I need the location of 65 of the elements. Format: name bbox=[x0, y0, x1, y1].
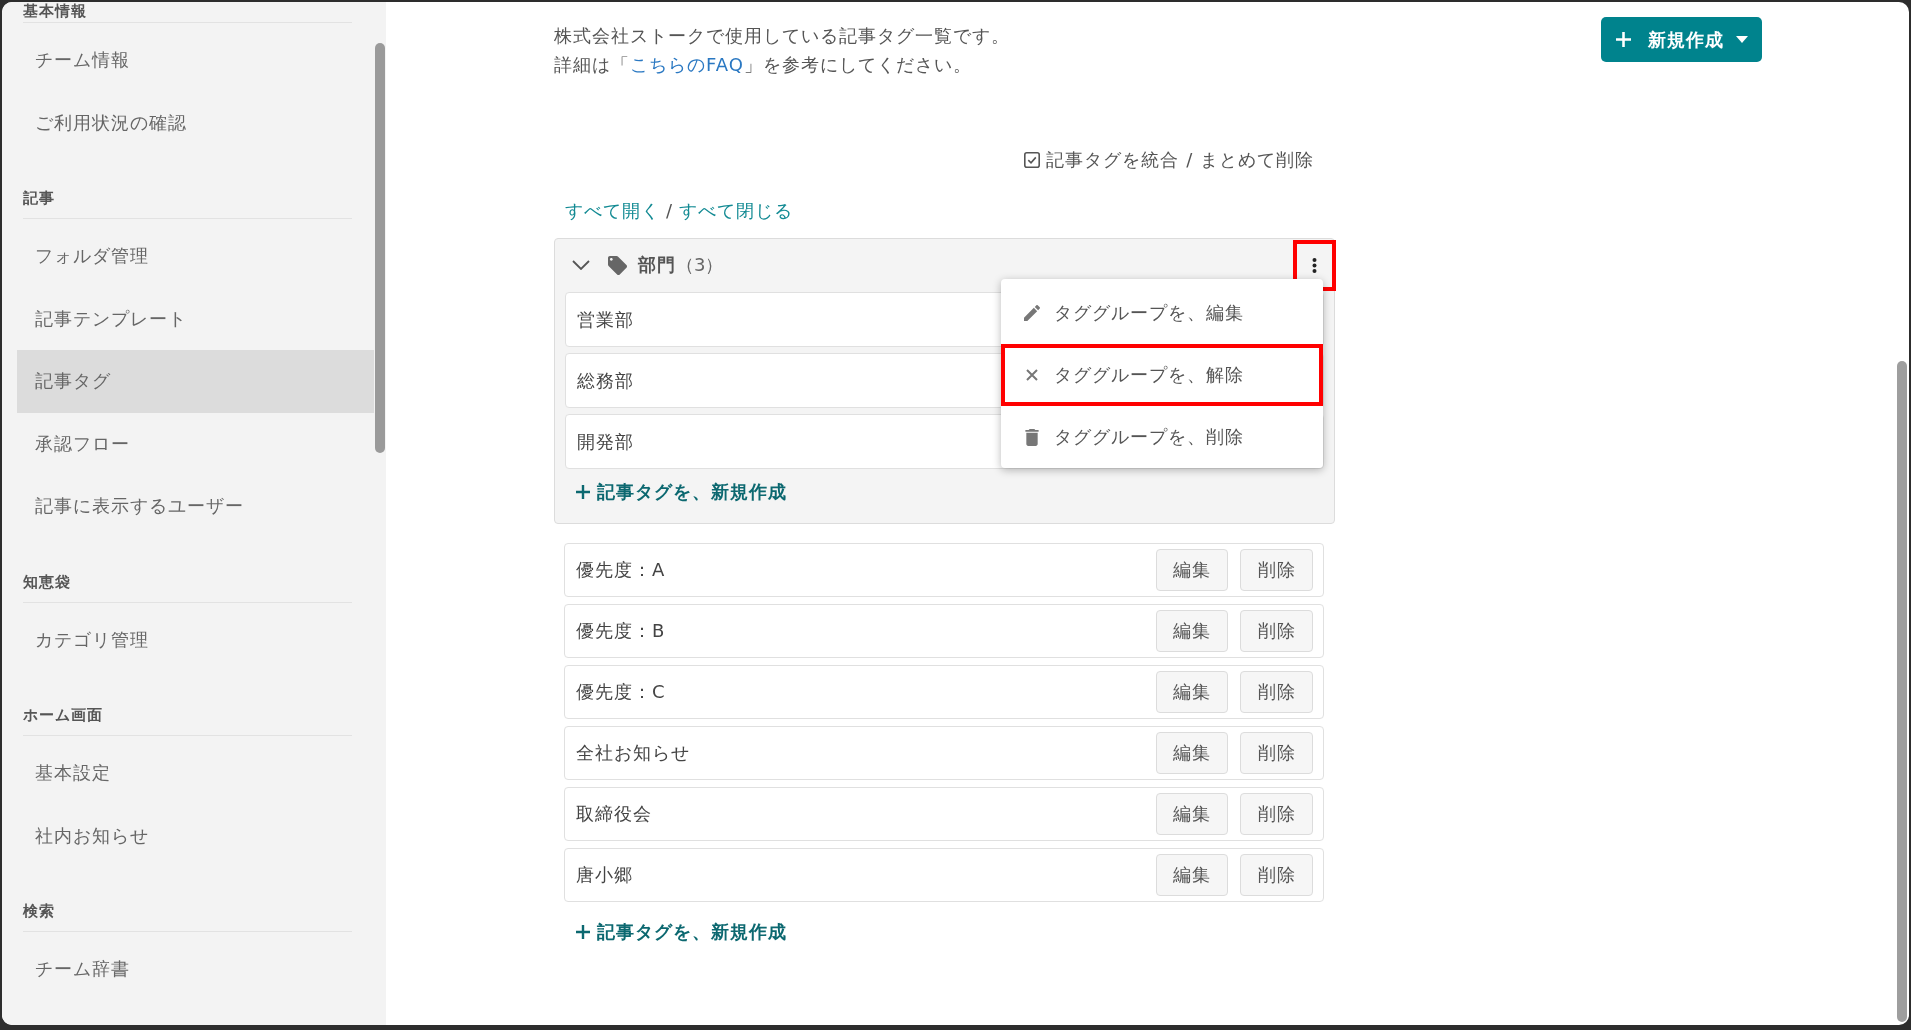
plus-icon bbox=[1616, 32, 1631, 47]
tag-name: 全社お知らせ bbox=[576, 741, 690, 765]
sidebar-nav-item[interactable]: フォルダ管理 bbox=[17, 225, 374, 288]
add-tag-link[interactable]: 記事タグを、新規作成 bbox=[576, 919, 787, 945]
edit-button[interactable]: 編集 bbox=[1156, 610, 1228, 652]
caret-down-icon bbox=[1736, 36, 1748, 43]
create-button[interactable]: 新規作成 bbox=[1601, 17, 1762, 62]
tag-name: 唐小郷 bbox=[576, 863, 633, 887]
tag-name: 営業部 bbox=[577, 307, 634, 332]
sidebar-section-heading: 知恵袋 bbox=[23, 571, 71, 593]
delete-button[interactable]: 削除 bbox=[1240, 610, 1313, 652]
edit-button[interactable]: 編集 bbox=[1156, 549, 1228, 591]
delete-button[interactable]: 削除 bbox=[1240, 549, 1313, 591]
chevron-down-icon[interactable] bbox=[572, 260, 590, 270]
menu-item[interactable]: タググループを、削除 bbox=[1001, 406, 1323, 468]
sidebar-nav-item[interactable]: 基本設定 bbox=[17, 742, 374, 805]
scrollbar-thumb[interactable] bbox=[1897, 361, 1907, 1022]
checkbox-icon bbox=[1024, 152, 1041, 168]
pencil-icon bbox=[1024, 305, 1040, 321]
plus-icon bbox=[576, 485, 590, 499]
delete-button[interactable]: 削除 bbox=[1240, 854, 1313, 896]
description-text: 株式会社ストークで使用している記事タグ一覧です。 bbox=[554, 24, 1010, 48]
sidebar-nav-item[interactable]: 承認フロー bbox=[17, 412, 374, 475]
expand-all-link[interactable]: すべて開く bbox=[565, 198, 660, 224]
sidebar-nav-item[interactable]: チーム辞書 bbox=[17, 938, 374, 1001]
merge-delete-link[interactable]: 記事タグを統合 / まとめて削除 bbox=[1024, 147, 1314, 173]
edit-button[interactable]: 編集 bbox=[1156, 671, 1228, 713]
tag-name: 総務部 bbox=[577, 368, 634, 393]
tag-count: （3） bbox=[676, 253, 724, 277]
collapse-all-link[interactable]: すべて閉じる bbox=[679, 198, 794, 224]
sidebar-section-heading: 記事 bbox=[23, 188, 55, 209]
sidebar-section-heading: ホーム画面 bbox=[23, 705, 103, 726]
tag-name: 優先度：A bbox=[576, 558, 666, 582]
sidebar-nav-item[interactable]: ご利用状況の確認 bbox=[17, 91, 374, 154]
delete-button[interactable]: 削除 bbox=[1240, 671, 1313, 713]
tag-name: 優先度：B bbox=[576, 619, 666, 643]
faq-link[interactable]: こちらのFAQ bbox=[630, 54, 744, 75]
edit-button[interactable]: 編集 bbox=[1156, 854, 1228, 896]
add-tag-link[interactable]: 記事タグを、新規作成 bbox=[576, 479, 787, 505]
sidebar-nav-item[interactable]: 記事テンプレート bbox=[17, 287, 374, 350]
tag-group-name: 部門 bbox=[638, 253, 676, 277]
close-icon bbox=[1026, 369, 1038, 381]
sidebar-nav-item[interactable]: チーム情報 bbox=[17, 29, 374, 92]
slash-separator: / bbox=[666, 199, 674, 223]
sidebar-nav-item[interactable]: 社内お知らせ bbox=[17, 804, 374, 867]
tag-name: 優先度：C bbox=[576, 680, 666, 704]
menu-item[interactable]: タググループを、解除 bbox=[1001, 344, 1323, 406]
tag-name: 取締役会 bbox=[576, 802, 652, 826]
sidebar-section-heading: 検索 bbox=[23, 901, 55, 922]
tag-name: 開発部 bbox=[577, 429, 634, 454]
edit-button[interactable]: 編集 bbox=[1156, 793, 1228, 835]
description-text: 詳細は「こちらのFAQ」を参考にしてください。 bbox=[554, 53, 973, 77]
trash-icon bbox=[1025, 428, 1039, 446]
delete-button[interactable]: 削除 bbox=[1240, 732, 1313, 774]
sidebar-nav-item[interactable]: 記事に表示するユーザー bbox=[17, 475, 374, 538]
vertical-dots-icon bbox=[1312, 257, 1317, 273]
menu-item[interactable]: タググループを、編集 bbox=[1001, 282, 1323, 344]
delete-button[interactable]: 削除 bbox=[1240, 793, 1313, 835]
sidebar-section-heading: 基本情報 bbox=[23, 2, 87, 20]
edit-button[interactable]: 編集 bbox=[1156, 732, 1228, 774]
sidebar-nav-item[interactable]: 記事タグ bbox=[17, 350, 374, 413]
sidebar-nav-item[interactable]: カテゴリ管理 bbox=[17, 608, 374, 671]
scrollbar-thumb[interactable] bbox=[375, 43, 385, 453]
plus-icon bbox=[576, 925, 590, 939]
tag-icon bbox=[608, 255, 627, 275]
